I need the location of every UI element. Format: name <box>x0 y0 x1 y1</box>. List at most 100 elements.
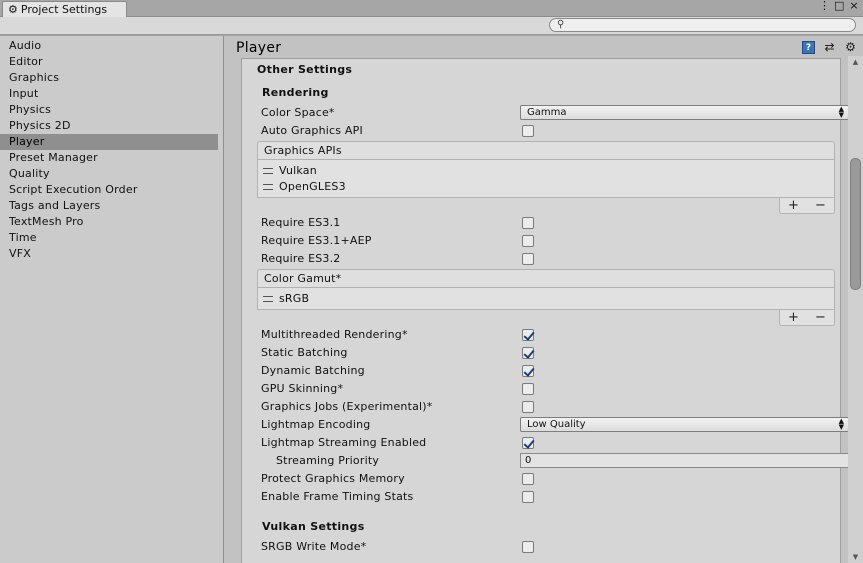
protect-graphics-memory-label: Protect Graphics Memory <box>261 472 405 485</box>
add-button[interactable]: + <box>788 198 799 213</box>
lightmap-encoding-dropdown[interactable]: Low Quality ▲ ▼ <box>520 417 849 432</box>
lightmap-encoding-value: Low Quality <box>527 419 586 430</box>
remove-button[interactable]: − <box>815 198 826 213</box>
scrollbar[interactable]: ▲ ▼ <box>848 56 863 563</box>
protect-graphics-memory-row: Protect Graphics Memory <box>261 470 831 488</box>
color-gamut-header: Color Gamut* <box>257 269 835 288</box>
help-icon[interactable]: ? <box>802 41 815 54</box>
sidebar-item-script-execution-order[interactable]: Script Execution Order <box>0 182 218 198</box>
lightmap-encoding-label: Lightmap Encoding <box>261 418 371 431</box>
sidebar-item-physics-2d[interactable]: Physics 2D <box>0 118 218 134</box>
vulkan-settings-heading: Vulkan Settings <box>262 520 365 533</box>
srgb-write-mode-checkbox[interactable] <box>522 541 534 553</box>
list-item-label: sRGB <box>279 292 310 305</box>
title-bar: ⚙ Project Settings ⋮ □ × <box>0 0 863 17</box>
sidebar-item-audio[interactable]: Audio <box>0 38 218 54</box>
add-button[interactable]: + <box>788 310 799 325</box>
graphics-jobs-row: Graphics Jobs (Experimental)* <box>261 398 831 416</box>
dynamic-batching-checkbox[interactable] <box>522 365 534 377</box>
sidebar-item-player[interactable]: Player <box>0 134 218 150</box>
frame-timing-stats-checkbox[interactable] <box>522 491 534 503</box>
other-settings-panel: Other Settings Rendering Color Space* Ga… <box>241 58 849 563</box>
gpu-skinning-row: GPU Skinning* <box>261 380 831 398</box>
drag-handle-icon[interactable] <box>263 168 273 174</box>
require-es31-aep-checkbox[interactable] <box>522 235 534 247</box>
srgb-write-mode-row: SRGB Write Mode* <box>261 538 831 556</box>
sidebar-item-physics[interactable]: Physics <box>0 102 218 118</box>
lightmap-streaming-row: Lightmap Streaming Enabled <box>261 434 831 452</box>
dropdown-arrows-icon: ▲ ▼ <box>838 105 844 119</box>
require-es32-row: Require ES3.2 <box>261 250 831 268</box>
tab-title: Project Settings <box>20 3 108 16</box>
section-title-other-settings[interactable]: Other Settings <box>257 63 352 76</box>
sidebar-item-tags-and-layers[interactable]: Tags and Layers <box>0 198 218 214</box>
list-item-label: Vulkan <box>279 164 317 177</box>
static-batching-checkbox[interactable] <box>522 347 534 359</box>
sidebar-item-editor[interactable]: Editor <box>0 54 218 70</box>
color-gamut-list: Color Gamut* sRGB + − <box>257 269 835 326</box>
require-es32-checkbox[interactable] <box>522 253 534 265</box>
graphics-jobs-label: Graphics Jobs (Experimental)* <box>261 400 433 413</box>
color-space-dropdown[interactable]: Gamma ▲ ▼ <box>520 105 849 120</box>
dynamic-batching-row: Dynamic Batching <box>261 362 831 380</box>
close-icon[interactable]: × <box>849 0 859 12</box>
static-batching-label: Static Batching <box>261 346 348 359</box>
color-space-row: Color Space* Gamma ▲ ▼ <box>261 104 849 122</box>
protect-graphics-memory-checkbox[interactable] <box>522 473 534 485</box>
gear-icon[interactable]: ⚙ <box>844 41 857 54</box>
sidebar-item-textmesh-pro[interactable]: TextMesh Pro <box>0 214 218 230</box>
maximize-icon[interactable]: □ <box>834 0 844 12</box>
require-es31-label: Require ES3.1 <box>261 216 341 229</box>
search-icon: ⚲ <box>557 19 565 30</box>
preset-icon[interactable]: ⇄ <box>823 41 836 54</box>
sidebar-item-time[interactable]: Time <box>0 230 218 246</box>
scroll-down-icon[interactable]: ▼ <box>848 551 863 563</box>
frame-timing-stats-label: Enable Frame Timing Stats <box>261 490 414 503</box>
streaming-priority-row: Streaming Priority 0 <box>261 452 849 470</box>
main-panel: Player ? ⇄ ⚙ Other Settings Rendering Co… <box>224 36 863 563</box>
drag-handle-icon[interactable] <box>263 184 273 190</box>
graphics-apis-list: Graphics APIs Vulkan OpenGLES3 + − <box>257 141 835 214</box>
scroll-up-icon[interactable]: ▲ <box>848 56 863 68</box>
color-space-label: Color Space* <box>261 106 335 119</box>
gpu-skinning-label: GPU Skinning* <box>261 382 344 395</box>
require-es31-aep-label: Require ES3.1+AEP <box>261 234 372 247</box>
require-es31-aep-row: Require ES3.1+AEP <box>261 232 831 250</box>
srgb-write-mode-label: SRGB Write Mode* <box>261 540 367 553</box>
dynamic-batching-label: Dynamic Batching <box>261 364 365 377</box>
search-input[interactable]: ⚲ <box>549 18 856 32</box>
streaming-priority-label: Streaming Priority <box>276 454 380 467</box>
sidebar: Audio Editor Graphics Input Physics Phys… <box>0 36 223 563</box>
list-item-label: OpenGLES3 <box>279 180 346 193</box>
auto-graphics-api-label: Auto Graphics API <box>261 124 363 137</box>
more-options-icon[interactable]: ⋮ <box>819 0 830 12</box>
streaming-priority-field[interactable]: 0 <box>520 453 849 468</box>
rendering-heading: Rendering <box>262 86 329 99</box>
dropdown-arrows-icon: ▲ ▼ <box>838 417 844 431</box>
drag-handle-icon[interactable] <box>263 296 273 302</box>
remove-button[interactable]: − <box>815 310 826 325</box>
static-batching-row: Static Batching <box>261 344 831 362</box>
auto-graphics-api-row: Auto Graphics API <box>261 122 831 140</box>
multithreaded-rendering-row: Multithreaded Rendering* <box>261 326 831 344</box>
list-item[interactable]: OpenGLES3 <box>258 179 834 195</box>
toolbar: ⚲ <box>0 17 863 35</box>
sidebar-item-input[interactable]: Input <box>0 86 218 102</box>
auto-graphics-api-checkbox[interactable] <box>522 125 534 137</box>
list-item[interactable]: sRGB <box>258 291 834 307</box>
require-es31-row: Require ES3.1 <box>261 214 831 232</box>
sidebar-item-preset-manager[interactable]: Preset Manager <box>0 150 218 166</box>
lightmap-streaming-checkbox[interactable] <box>522 437 534 449</box>
lightmap-encoding-row: Lightmap Encoding Low Quality ▲ ▼ <box>261 416 849 434</box>
sidebar-item-quality[interactable]: Quality <box>0 166 218 182</box>
settings-icon: ⚙ <box>8 3 18 16</box>
graphics-jobs-checkbox[interactable] <box>522 401 534 413</box>
scrollbar-thumb[interactable] <box>850 158 861 290</box>
sidebar-item-graphics[interactable]: Graphics <box>0 70 218 86</box>
list-item[interactable]: Vulkan <box>258 163 834 179</box>
sidebar-item-vfx[interactable]: VFX <box>0 246 218 262</box>
multithreaded-rendering-checkbox[interactable] <box>522 329 534 341</box>
require-es31-checkbox[interactable] <box>522 217 534 229</box>
tab-project-settings[interactable]: ⚙ Project Settings <box>2 1 127 17</box>
gpu-skinning-checkbox[interactable] <box>522 383 534 395</box>
